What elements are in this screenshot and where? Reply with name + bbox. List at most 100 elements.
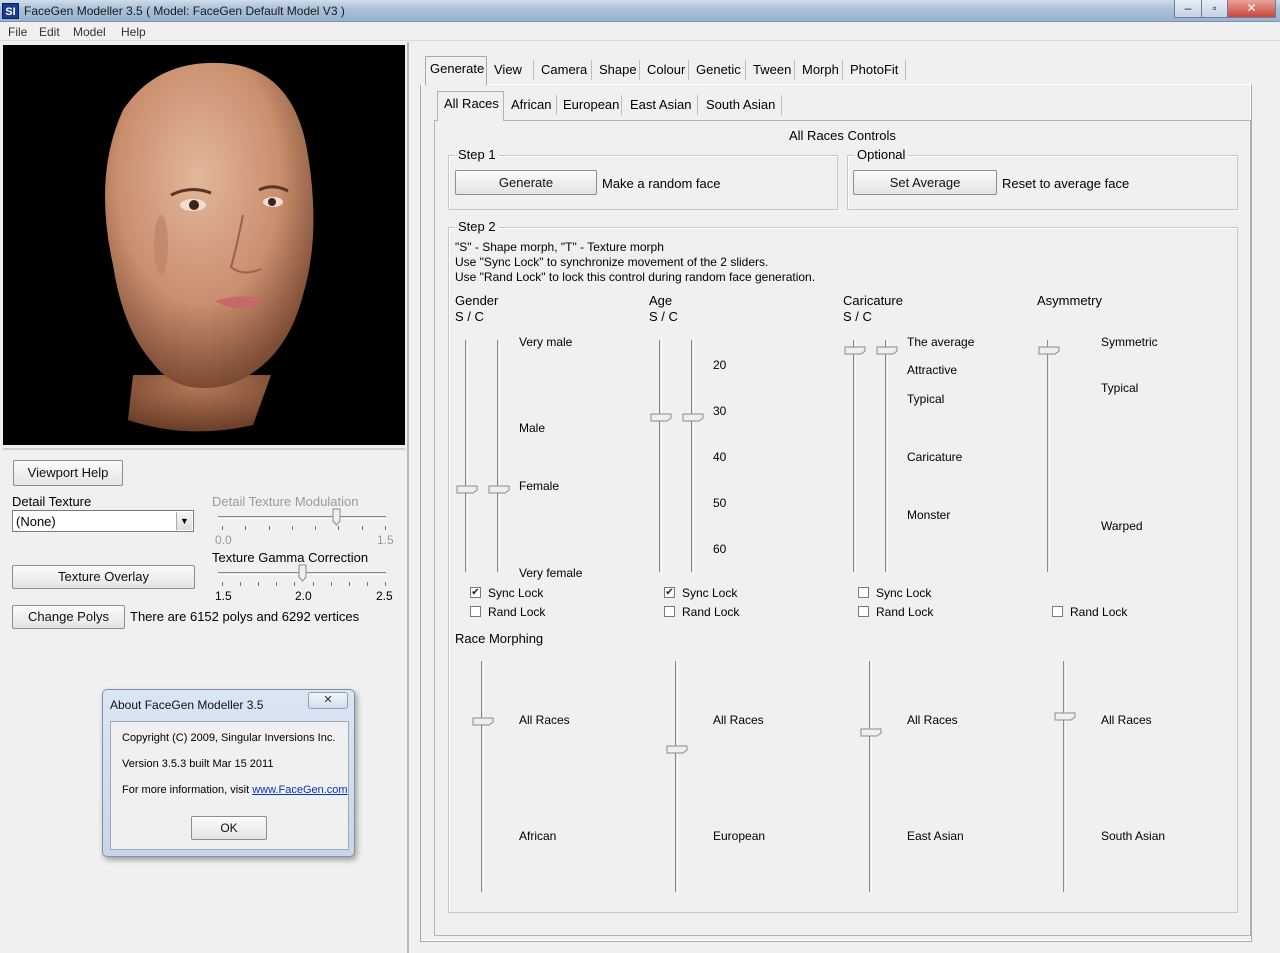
gender-sc-label: S / C bbox=[455, 309, 484, 324]
tab-camera[interactable]: Camera bbox=[537, 60, 592, 80]
help-text-1: "S" - Shape morph, "T" - Texture morph bbox=[455, 240, 664, 254]
race-slider-east-asian[interactable] bbox=[869, 661, 872, 892]
facegen-link[interactable]: www.FaceGen.com bbox=[252, 784, 347, 796]
caricature-label: Attractive bbox=[907, 363, 958, 377]
race-label-bottom: East Asian bbox=[907, 829, 964, 843]
age-label: 30 bbox=[713, 404, 727, 418]
gender-label: Female bbox=[519, 479, 560, 493]
gender-sync-lock-checkbox[interactable]: ✔ bbox=[470, 587, 481, 598]
menu-help[interactable]: Help bbox=[121, 25, 146, 39]
tab-shape[interactable]: Shape bbox=[595, 60, 640, 80]
tab-photofit[interactable]: PhotoFit bbox=[846, 60, 906, 80]
caricature-shape-thumb[interactable] bbox=[844, 343, 866, 355]
race-slider-african[interactable] bbox=[481, 661, 484, 892]
gender-shape-thumb[interactable] bbox=[456, 482, 478, 494]
about-dialog-title: About FaceGen Modeller 3.5 bbox=[110, 698, 264, 712]
optional-caption: Optional bbox=[854, 147, 909, 162]
caricature-rand-lock-label: Rand Lock bbox=[876, 605, 934, 619]
detail-modulation-slider[interactable] bbox=[218, 516, 386, 519]
age-label: 20 bbox=[713, 358, 727, 372]
subtab-all-races[interactable]: All Races bbox=[437, 91, 504, 121]
caricature-sync-lock-checkbox[interactable] bbox=[858, 587, 869, 598]
subtab-european[interactable]: European bbox=[559, 95, 622, 115]
asymmetry-title: Asymmetry bbox=[1037, 293, 1102, 308]
tab-view[interactable]: View bbox=[490, 60, 534, 80]
minimize-button[interactable]: – bbox=[1174, 0, 1202, 18]
close-icon: ✕ bbox=[323, 694, 333, 706]
texture-overlay-button[interactable]: Texture Overlay bbox=[12, 565, 195, 589]
gamma-tick-label: 2.5 bbox=[376, 589, 393, 603]
close-window-button[interactable]: ✕ bbox=[1227, 0, 1276, 18]
detail-modulation-label: Detail Texture Modulation bbox=[212, 494, 359, 509]
race-thumb-african[interactable] bbox=[472, 714, 494, 726]
tab-morph[interactable]: Morph bbox=[798, 60, 843, 80]
face-model-render bbox=[105, 62, 314, 432]
menu-model[interactable]: Model bbox=[73, 25, 106, 39]
slider-tick bbox=[268, 526, 270, 530]
gamma-correction-label: Texture Gamma Correction bbox=[212, 550, 369, 565]
about-dialog: About FaceGen Modeller 3.5 ✕ Copyright (… bbox=[102, 689, 355, 857]
race-slider-european[interactable] bbox=[675, 661, 678, 892]
change-polys-button[interactable]: Change Polys bbox=[12, 605, 125, 629]
tab-generate[interactable]: Generate bbox=[425, 56, 487, 85]
caricature-texture-thumb[interactable] bbox=[876, 343, 898, 355]
about-version: Version 3.5.3 built Mar 15 2011 bbox=[122, 758, 274, 770]
help-text-2: Use "Sync Lock" to synchronize movement … bbox=[455, 255, 769, 269]
gender-rand-lock-checkbox[interactable] bbox=[470, 606, 481, 617]
tab-colour[interactable]: Colour bbox=[643, 60, 689, 80]
caricature-shape-slider[interactable] bbox=[853, 340, 856, 572]
age-shape-thumb[interactable] bbox=[650, 410, 672, 422]
generate-button[interactable]: Generate bbox=[455, 170, 597, 195]
age-texture-thumb[interactable] bbox=[682, 410, 704, 422]
race-thumb-east-asian[interactable] bbox=[860, 725, 882, 737]
age-shape-slider[interactable] bbox=[659, 340, 662, 572]
menu-file[interactable]: File bbox=[8, 25, 27, 39]
race-thumb-south-asian[interactable] bbox=[1054, 709, 1076, 721]
detail-texture-select[interactable]: (None) ▼ bbox=[12, 510, 194, 532]
polys-info-text: There are 6152 polys and 6292 vertices bbox=[130, 609, 360, 624]
slider-tick bbox=[348, 582, 350, 586]
about-close-button[interactable]: ✕ bbox=[308, 692, 348, 709]
gender-texture-slider[interactable] bbox=[497, 340, 500, 572]
title-bar: SI FaceGen Modeller 3.5 ( Model: FaceGen… bbox=[0, 0, 1280, 22]
detail-modulation-thumb[interactable] bbox=[332, 508, 341, 526]
slider-tick bbox=[315, 526, 317, 530]
about-more-info: For more information, visit www.FaceGen.… bbox=[122, 784, 348, 796]
asymmetry-rand-lock-checkbox[interactable] bbox=[1052, 606, 1063, 617]
race-label-top: All Races bbox=[519, 713, 570, 727]
slider-tick bbox=[276, 582, 278, 586]
age-rand-lock-checkbox[interactable] bbox=[664, 606, 675, 617]
caricature-texture-slider[interactable] bbox=[885, 340, 888, 572]
caricature-rand-lock-checkbox[interactable] bbox=[858, 606, 869, 617]
detail-texture-value: (None) bbox=[16, 514, 56, 529]
race-morphing-title: Race Morphing bbox=[455, 631, 544, 646]
race-label-top: All Races bbox=[907, 713, 958, 727]
race-slider-south-asian[interactable] bbox=[1063, 661, 1066, 892]
gamma-correction-thumb[interactable] bbox=[298, 564, 307, 582]
detail-modulation-max: 1.5 bbox=[377, 533, 394, 547]
asymmetry-slider[interactable] bbox=[1047, 340, 1050, 572]
step2-caption: Step 2 bbox=[455, 219, 499, 234]
race-thumb-european[interactable] bbox=[666, 742, 688, 754]
set-average-button[interactable]: Set Average bbox=[853, 170, 997, 195]
asymmetry-thumb[interactable] bbox=[1038, 343, 1060, 355]
gender-texture-thumb[interactable] bbox=[488, 482, 510, 494]
tab-genetic[interactable]: Genetic bbox=[692, 60, 746, 80]
slider-tick bbox=[258, 582, 260, 586]
3d-viewport[interactable] bbox=[3, 45, 405, 445]
about-copyright: Copyright (C) 2009, Singular Inversions … bbox=[122, 732, 336, 744]
subtab-south-asian[interactable]: South Asian bbox=[702, 95, 782, 115]
age-texture-slider[interactable] bbox=[691, 340, 694, 572]
tab-tween[interactable]: Tween bbox=[749, 60, 795, 80]
age-sync-lock-checkbox[interactable]: ✔ bbox=[664, 587, 675, 598]
subtab-african[interactable]: African bbox=[507, 95, 557, 115]
maximize-button[interactable]: ▫ bbox=[1201, 0, 1228, 18]
menu-edit[interactable]: Edit bbox=[39, 25, 60, 39]
caricature-label: The average bbox=[907, 335, 975, 349]
viewport-help-button[interactable]: Viewport Help bbox=[13, 460, 123, 486]
about-ok-button[interactable]: OK bbox=[191, 816, 267, 840]
gender-shape-slider[interactable] bbox=[465, 340, 468, 572]
subtab-east-asian[interactable]: East Asian bbox=[626, 95, 698, 115]
checkmark-icon: ✔ bbox=[665, 587, 674, 598]
gender-sync-lock-label: Sync Lock bbox=[488, 586, 544, 600]
